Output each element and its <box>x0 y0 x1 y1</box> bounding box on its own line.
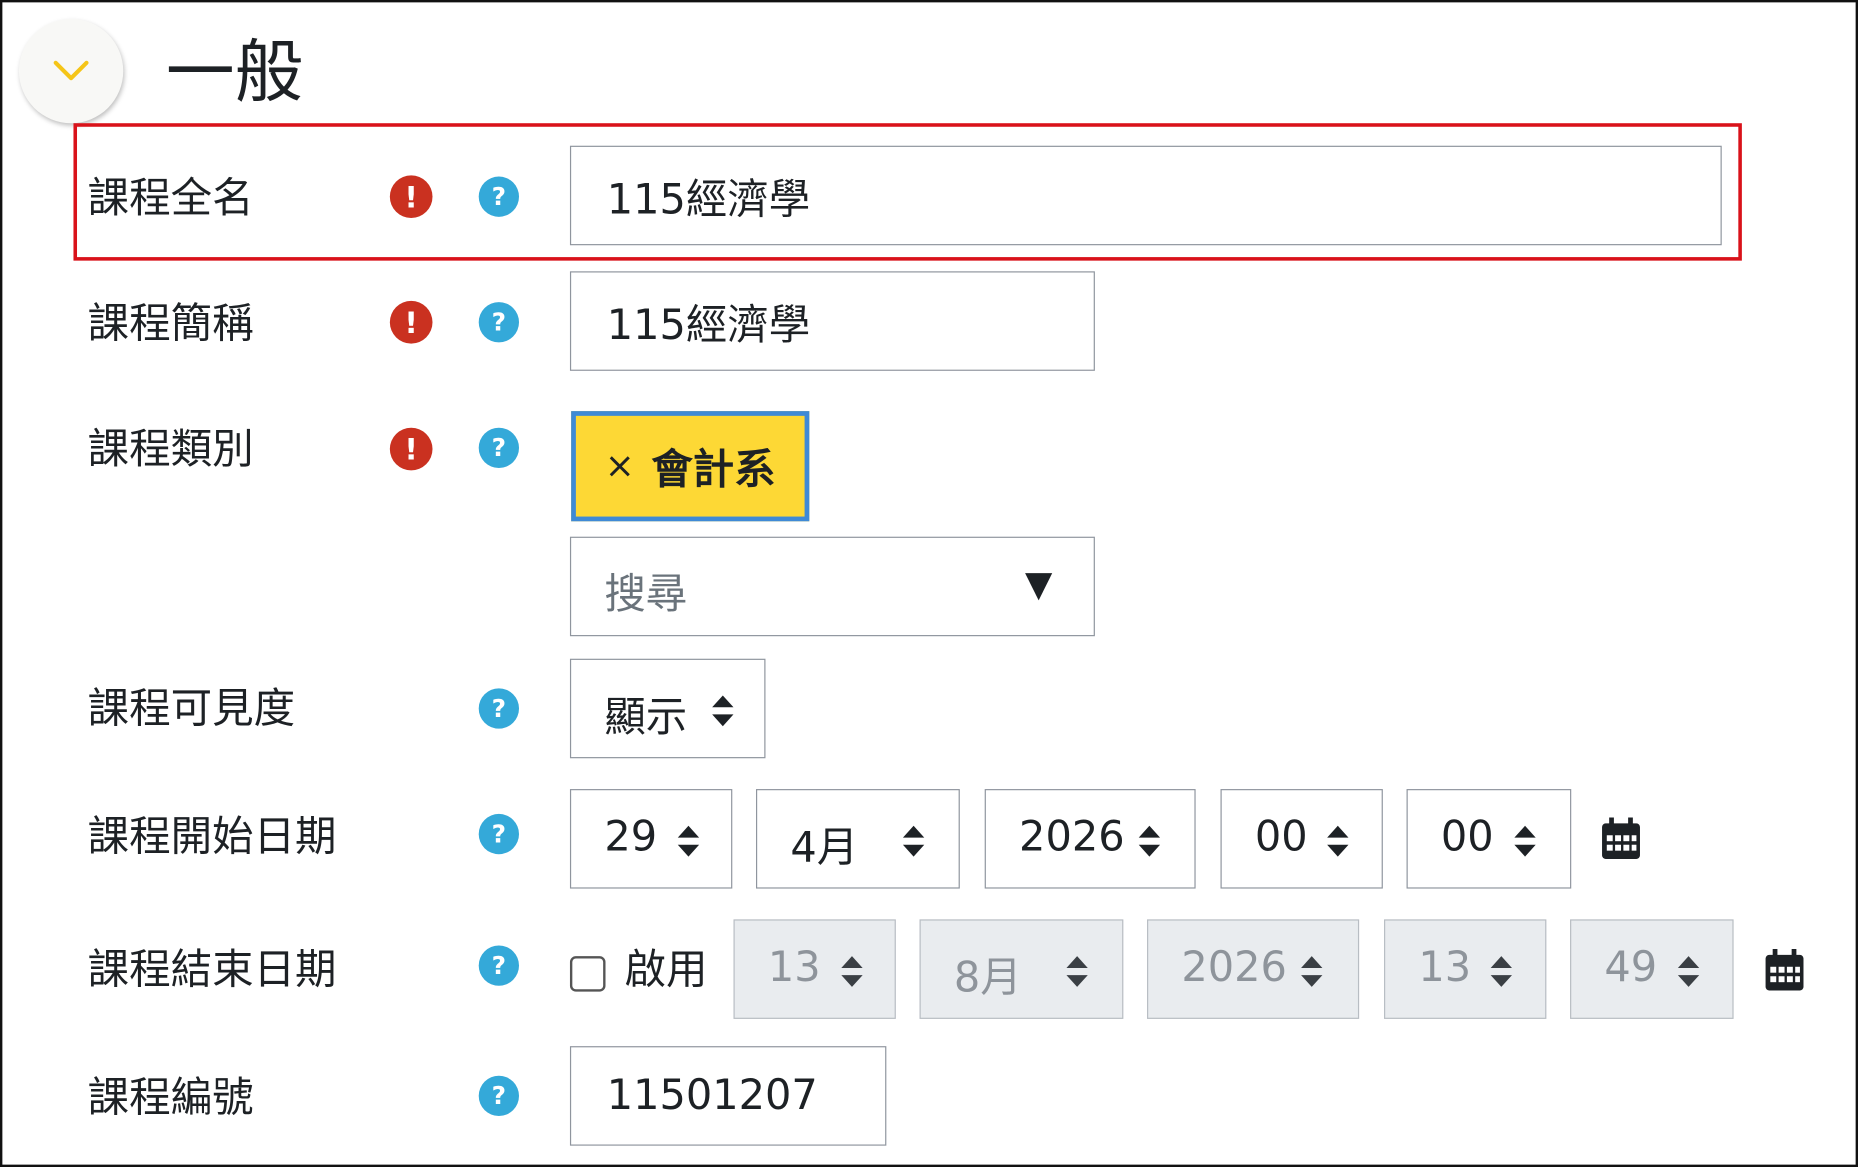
startdate-month-select[interactable]: 4月 <box>755 789 960 889</box>
enddate-minute-select: 49 <box>1570 919 1734 1019</box>
enddate-label: 課程結束日期 <box>87 946 337 995</box>
enddate-year-select: 2026 <box>1147 919 1360 1019</box>
category-tag[interactable]: × 會計系 <box>571 411 810 522</box>
fullname-label: 課程全名 <box>87 175 254 223</box>
calendar-icon[interactable] <box>1601 817 1641 860</box>
startdate-day-value: 29 <box>604 813 658 862</box>
shortname-label: 課程簡稱 <box>87 300 254 349</box>
sort-arrows-icon <box>1514 825 1536 857</box>
chevron-down-icon <box>53 60 89 81</box>
required-icon: ! <box>389 300 433 344</box>
help-icon[interactable]: ? <box>478 945 520 986</box>
enddate-hour-value: 13 <box>1418 944 1472 992</box>
visibility-label: 課程可見度 <box>87 685 296 734</box>
sort-arrows-icon <box>677 825 700 857</box>
enddate-enable-checkbox[interactable] <box>569 956 606 992</box>
sort-arrows-icon <box>1327 825 1349 857</box>
enddate-month-select: 8月 <box>919 919 1124 1019</box>
section-collapse-button[interactable] <box>18 18 124 124</box>
startdate-hour-value: 00 <box>1254 813 1308 862</box>
startdate-month-value: 4月 <box>790 824 859 872</box>
help-icon[interactable]: ? <box>478 688 520 729</box>
remove-tag-icon[interactable]: × <box>605 445 635 486</box>
startdate-minute-value: 00 <box>1440 813 1494 862</box>
visibility-value: 顯示 <box>604 694 688 742</box>
help-icon[interactable]: ? <box>478 1075 520 1117</box>
enddate-enable-label[interactable]: 啟用 <box>624 944 707 996</box>
startdate-day-select[interactable]: 29 <box>569 789 733 889</box>
sort-arrows-icon <box>1138 825 1161 857</box>
dropdown-triangle-icon[interactable]: ▼ <box>1025 564 1052 605</box>
sort-arrows-icon <box>841 956 863 987</box>
calendar-icon[interactable] <box>1764 949 1804 992</box>
help-icon[interactable]: ? <box>478 427 520 468</box>
required-icon: ! <box>389 427 433 471</box>
shortname-value: 115經濟學 <box>606 301 811 349</box>
enddate-month-value: 8月 <box>953 954 1022 1003</box>
startdate-year-value: 2026 <box>1019 813 1125 862</box>
visibility-select[interactable]: 顯示 <box>569 658 766 759</box>
idnumber-input[interactable]: 11501207 <box>569 1046 887 1146</box>
fullname-value: 115經濟學 <box>606 175 811 224</box>
idnumber-value: 11501207 <box>606 1072 818 1120</box>
sort-arrows-icon <box>902 825 925 857</box>
enddate-day-select: 13 <box>733 919 896 1019</box>
enddate-day-value: 13 <box>767 944 821 992</box>
help-icon[interactable]: ? <box>478 176 520 217</box>
required-icon: ! <box>389 175 433 218</box>
shortname-input[interactable]: 115經濟學 <box>569 271 1095 371</box>
section-title: 一般 <box>165 31 304 113</box>
startdate-year-select[interactable]: 2026 <box>984 789 1196 889</box>
startdate-hour-select[interactable]: 00 <box>1220 789 1383 889</box>
sort-arrows-icon <box>1301 956 1323 987</box>
help-icon[interactable]: ? <box>478 302 520 343</box>
enddate-year-value: 2026 <box>1181 944 1287 992</box>
category-label: 課程類別 <box>87 426 254 474</box>
sort-arrows-icon <box>712 695 734 727</box>
sort-arrows-icon <box>1677 956 1700 987</box>
startdate-minute-select[interactable]: 00 <box>1406 789 1572 889</box>
enddate-minute-value: 49 <box>1604 944 1658 992</box>
search-placeholder: 搜尋 <box>604 571 688 619</box>
category-search-input[interactable]: 搜尋 ▼ <box>569 536 1095 637</box>
help-icon[interactable]: ? <box>478 813 520 855</box>
enddate-hour-select: 13 <box>1384 919 1547 1019</box>
fullname-input[interactable]: 115經濟學 <box>569 145 1722 246</box>
idnumber-label: 課程編號 <box>87 1074 254 1122</box>
sort-arrows-icon <box>1490 956 1512 987</box>
sort-arrows-icon <box>1066 956 1088 987</box>
category-tag-label: 會計系 <box>651 446 776 495</box>
startdate-label: 課程開始日期 <box>87 813 337 862</box>
